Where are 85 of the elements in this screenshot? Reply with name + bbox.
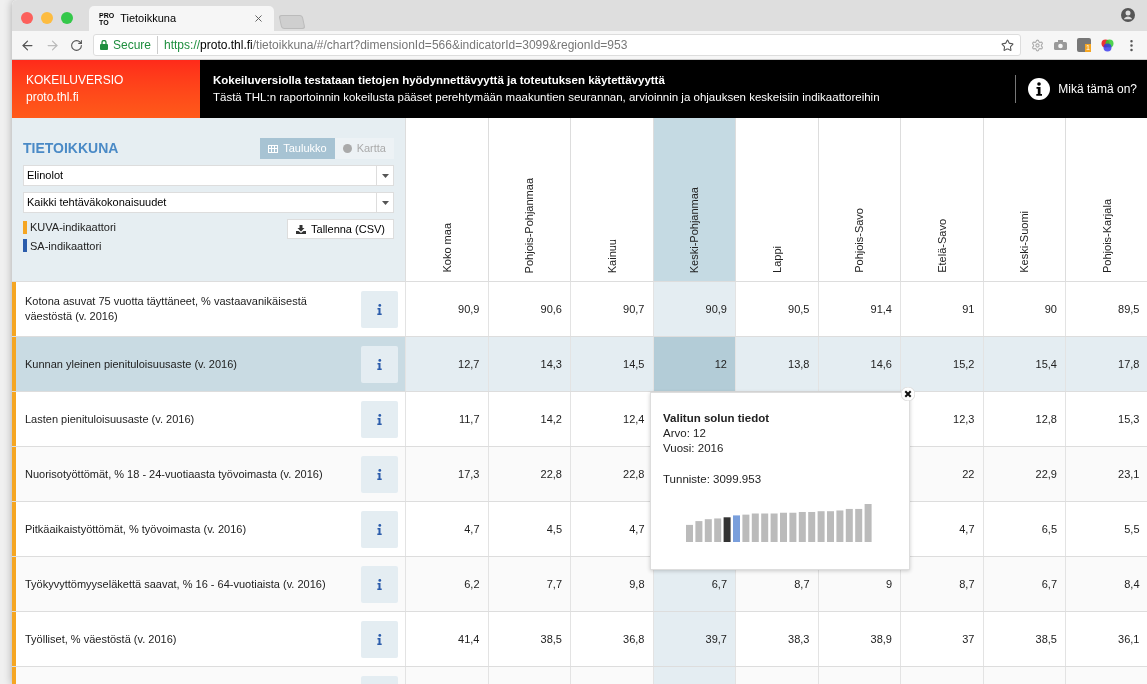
table-cell[interactable]: 17,3 <box>405 447 488 501</box>
beta-title: KOKEILUVERSIO <box>26 72 125 89</box>
table-cell[interactable]: 5,5 <box>1065 502 1147 556</box>
table-cell[interactable]: 89,5 <box>1065 282 1147 336</box>
column-header[interactable]: Pohjois-Karjala <box>1065 118 1147 281</box>
tab-title: Tietoikkuna <box>120 11 177 27</box>
legend-label: SA-indikaattori <box>30 238 102 254</box>
table-cell[interactable]: 36,1 <box>1065 612 1147 666</box>
forward-icon[interactable] <box>45 37 60 53</box>
beta-site: proto.thl.fi <box>26 89 80 106</box>
row-label-cell[interactable]: Nuorisotyöttömät, % 18 - 24-vuotiaasta työvoimasta (v. 2016) <box>12 447 405 501</box>
banner-headline: Kokeiluversiolla testataan tietojen hyödynnettävyyttä ja toteutuksen käytettävyyttä <box>213 73 666 88</box>
table-cell[interactable]: 8,7 <box>900 557 983 611</box>
info-button[interactable] <box>361 620 398 658</box>
caret-icon <box>381 200 389 205</box>
info-icon[interactable] <box>1028 78 1051 100</box>
grid-icon <box>268 144 279 153</box>
popup-line: Vuosi: 2016 <box>663 441 725 456</box>
table-cell[interactable]: 14,5 <box>570 337 653 391</box>
info-icon <box>377 523 382 535</box>
info-button[interactable] <box>361 345 398 383</box>
reload-icon[interactable] <box>70 38 83 52</box>
row-label-cell[interactable]: Kunnan yleinen pienituloisuusaste (v. 2016) <box>12 337 405 391</box>
banner-subline: Tästä THL:n raportoinnin kokeilusta pääset perehtymään maakuntien seurannan, arvioinnin ja ohjauksen keskeisiin indikaattoreihin <box>213 90 881 105</box>
dropdown-select[interactable]: Kaikki tehtäväkokonaisuudet <box>23 192 394 213</box>
table-cell[interactable]: 15,4 <box>982 337 1065 391</box>
maximize-window-icon[interactable] <box>61 12 73 24</box>
profile-icon[interactable] <box>1121 8 1135 22</box>
info-button[interactable] <box>361 565 398 603</box>
info-icon <box>377 413 382 425</box>
globe-icon <box>342 144 352 153</box>
close-tab-icon[interactable] <box>253 13 264 24</box>
table-cell[interactable]: 22,9 <box>982 447 1065 501</box>
popup-line: Arvo: 12 <box>663 426 707 441</box>
caret-icon <box>381 173 389 178</box>
table-cell[interactable]: 14,6 <box>817 337 900 391</box>
table-cell[interactable]: 9,8 <box>570 557 653 611</box>
dropdown-select[interactable]: Elinolot <box>23 165 394 186</box>
gear-icon[interactable] <box>1031 38 1044 52</box>
row-label-cell[interactable]: Työkyvyttömyyseläkettä saavat, % 16 - 64-vuotiaista (v. 2016) <box>12 557 405 611</box>
table-cell[interactable]: 15,3 <box>1065 392 1147 446</box>
table-cell[interactable]: 7,7 <box>487 557 570 611</box>
download-icon <box>296 224 306 234</box>
table-cell[interactable]: 13,8 <box>735 337 818 391</box>
info-icon <box>377 468 382 480</box>
popup-id: Tunniste: 3099.953 <box>663 472 763 487</box>
table-cell[interactable]: 6,2 <box>405 557 488 611</box>
color-circles-icon[interactable] <box>1101 38 1114 52</box>
info-icon <box>377 303 382 315</box>
bookmark-star-icon[interactable] <box>1001 38 1014 52</box>
close-window-icon[interactable] <box>21 12 33 24</box>
info-button[interactable] <box>361 455 398 493</box>
sidebar-title: TIETOIKKUNA <box>23 139 119 158</box>
url-text: https://proto.thl.fi/tietoikkuna/#/chart?dimensionId=566&indicatorId=3099&regionId=953 <box>164 37 628 54</box>
table-cell[interactable]: 12,7 <box>405 337 488 391</box>
info-button[interactable] <box>361 400 398 438</box>
save-csv-button[interactable]: Tallenna (CSV) <box>287 219 394 239</box>
minimize-window-icon[interactable] <box>41 12 53 24</box>
info-button[interactable] <box>361 290 398 328</box>
table-cell[interactable]: 15,2 <box>900 337 983 391</box>
info-icon <box>377 633 382 645</box>
info-button[interactable] <box>361 510 398 548</box>
table-cell[interactable]: 6,7 <box>982 557 1065 611</box>
popup-title: Valitun solun tiedot <box>663 411 771 426</box>
table-cell[interactable]: 23,1 <box>1065 447 1147 501</box>
info-icon <box>377 578 382 590</box>
close-icon[interactable] <box>901 387 915 401</box>
info-icon <box>377 358 382 370</box>
back-icon[interactable] <box>20 37 35 53</box>
address-field[interactable]: Secure https://proto.thl.fi/tietoikkuna/#/chart?dimensionId=566&indicatorId=3099&regionId=953 <box>93 34 1021 56</box>
legend-label: KUVA-indikaattori <box>30 220 116 235</box>
lock-icon <box>100 40 108 50</box>
table-cell[interactable]: 14,3 <box>487 337 570 391</box>
table-cell[interactable]: 12 <box>652 337 735 391</box>
table-cell[interactable]: 22,8 <box>570 447 653 501</box>
table-cell[interactable]: 8,4 <box>1065 557 1147 611</box>
secure-label: Secure <box>113 36 159 54</box>
table-cell[interactable]: 22,8 <box>487 447 570 501</box>
camera-icon[interactable] <box>1054 40 1067 50</box>
table-cell[interactable]: 90,9 <box>652 282 735 336</box>
table-cell[interactable]: 17,8 <box>1065 337 1147 391</box>
new-tab-button[interactable] <box>278 15 306 29</box>
column-header[interactable]: Keski-Pohjanmaa <box>652 118 735 281</box>
help-link[interactable]: Mikä tämä on? <box>1058 80 1137 98</box>
table-cell[interactable]: 39,7 <box>652 612 735 666</box>
